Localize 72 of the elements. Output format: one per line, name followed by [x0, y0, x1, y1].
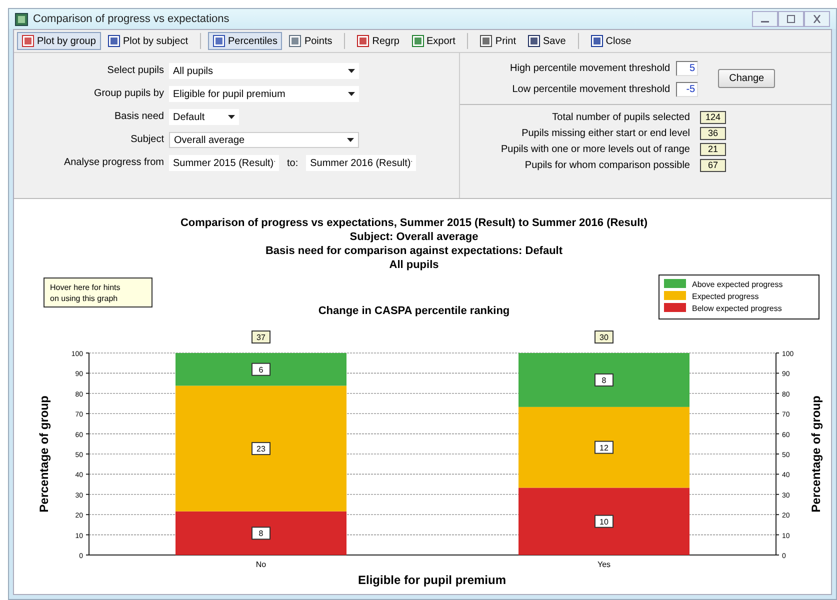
dropdown[interactable]: Summer 2016 (Result) [306, 155, 416, 171]
count-label: 8 [252, 526, 270, 540]
dropdown[interactable]: Summer 2015 (Result) [169, 155, 279, 171]
dropdown[interactable]: Overall average [169, 132, 359, 148]
minimize-button[interactable] [752, 11, 778, 27]
stat-value: 21 [700, 143, 726, 156]
toolbar-button[interactable]: Regrp [352, 32, 404, 50]
legend-label: Expected progress [692, 292, 759, 301]
threshold-label: Low percentile movement threshold [512, 84, 670, 94]
field-label: to: [287, 158, 298, 168]
chart-subtitle: Change in CASPA percentile ranking [318, 305, 510, 317]
stat-value: 67 [700, 159, 726, 172]
toolbar-icon [357, 35, 370, 47]
app-icon [15, 12, 28, 26]
dropdown[interactable]: All pupils [169, 63, 359, 79]
count-label: 8 [594, 373, 614, 386]
toolbar-icon [480, 35, 492, 47]
count-label: 23 [252, 442, 270, 456]
x-axis-title: Eligible for pupil premium [358, 573, 506, 587]
dropdown[interactable]: Default [169, 109, 239, 125]
toolbar-button[interactable]: Plot by group [17, 32, 101, 50]
toolbar-icon [212, 35, 225, 47]
toolbar-icon [108, 35, 120, 47]
field-label: Group pupils by [92, 87, 164, 101]
toolbar-button[interactable]: Points [284, 32, 338, 50]
toolbar-button[interactable]: Plot by subject [102, 32, 193, 50]
hint-note[interactable]: Hover here for hints on using this graph [44, 278, 152, 308]
dropdown[interactable]: Eligible for pupil premium [169, 86, 359, 102]
field-label: Analyse progress from [62, 156, 164, 170]
field-label: Basis need [114, 110, 164, 124]
legend-label: Above expected progress [692, 280, 783, 289]
threshold-input[interactable]: -5 [676, 82, 698, 96]
stat-label: Pupils missing either start or end level [522, 128, 690, 139]
field-label: Subject [130, 133, 164, 147]
toolbar-icon [590, 35, 603, 47]
change-button[interactable]: Change [718, 69, 776, 88]
stat-value: 124 [700, 111, 726, 124]
count-label: 12 [594, 440, 614, 454]
close-icon [812, 15, 822, 23]
field-label: Select pupils [106, 64, 164, 78]
category-label: Yes [597, 560, 611, 569]
stat-label: Pupils with one or more levels out of range [501, 144, 690, 155]
count-label: 6 [252, 362, 270, 376]
toolbar-button[interactable]: Print [475, 32, 521, 50]
stat-value: 36 [700, 127, 726, 140]
toolbar-button[interactable]: Percentiles [208, 32, 282, 50]
category-label: No [256, 560, 266, 569]
y-axis-title: Percentage of group [37, 396, 51, 512]
threshold-input[interactable]: 5 [676, 60, 698, 76]
toolbar-button[interactable]: Export [406, 32, 460, 50]
close-button[interactable] [804, 11, 830, 27]
stat-label: Total number of pupils selected [552, 112, 690, 123]
window-title: Comparison of progress vs expectations [33, 13, 230, 25]
count-label: 10 [594, 514, 614, 528]
chart-title: Basis need for comparison against expectations: Default [265, 245, 563, 257]
total-label: 37 [252, 330, 270, 344]
toolbar-button[interactable]: Save [522, 32, 571, 50]
toolbar-icon [22, 35, 34, 47]
maximize-button[interactable] [778, 11, 804, 27]
threshold-label: High percentile movement threshold [510, 62, 670, 74]
chart-title: All pupils [389, 259, 439, 271]
chart-title: Subject: Overall average [350, 231, 478, 243]
toolbar-icon [289, 35, 302, 47]
toolbar-icon [528, 35, 540, 47]
maximize-icon [786, 15, 796, 23]
stat-label: Pupils for whom comparison possible [524, 160, 690, 171]
total-label: 30 [594, 330, 614, 344]
toolbar-icon [412, 35, 424, 47]
y-axis-title: Percentage of group [809, 396, 823, 512]
legend-label: Below expected progress [692, 304, 782, 313]
toolbar-button[interactable]: Close [586, 32, 636, 50]
chart-title: Comparison of progress vs expectations, Summer 2015 (Result) to Summer 2016 (Result) [180, 217, 648, 229]
